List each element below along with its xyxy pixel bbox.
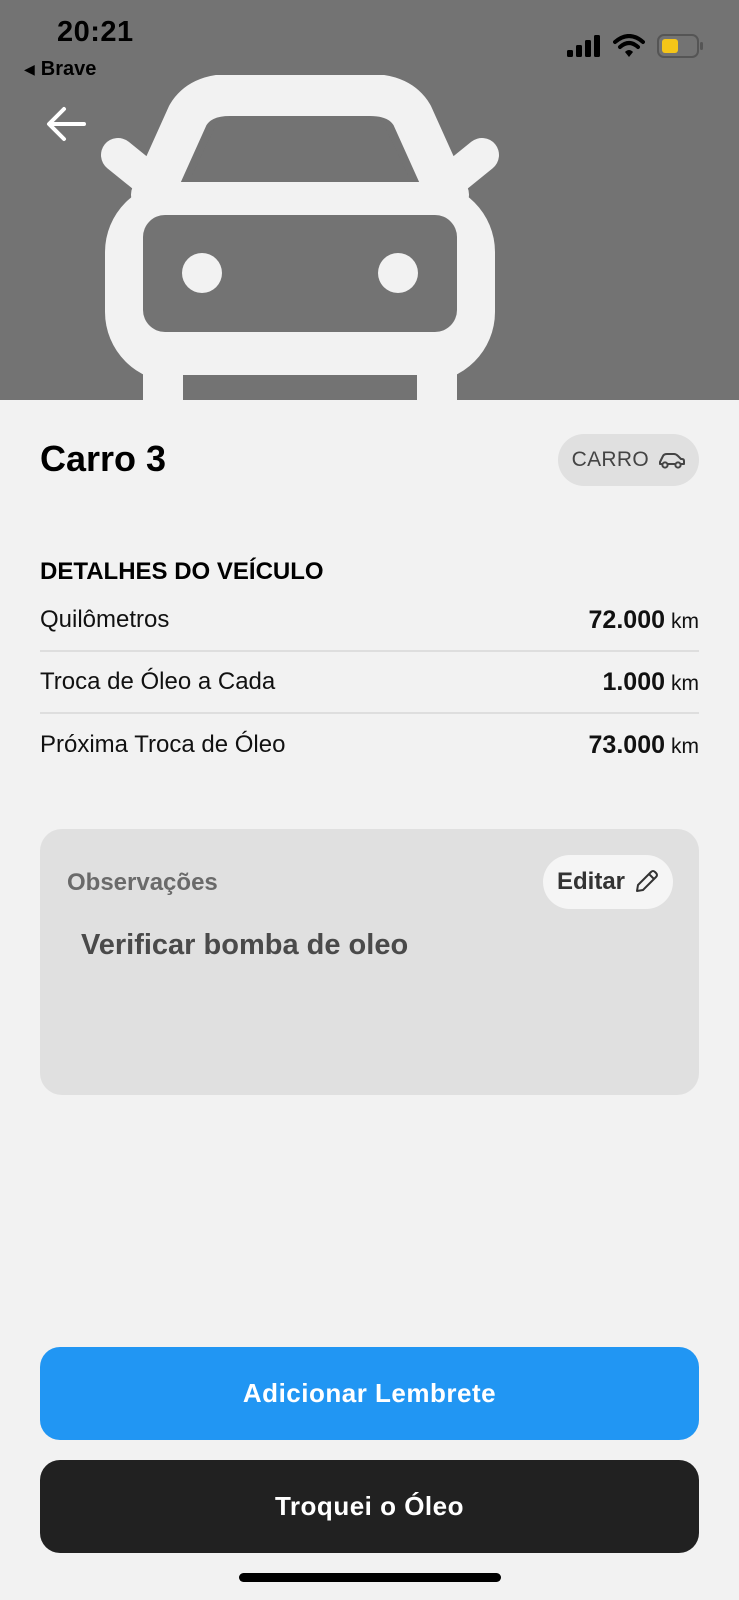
status-time: 20:21 bbox=[57, 16, 134, 48]
wifi-icon bbox=[613, 34, 645, 57]
detail-label: Troca de Óleo a Cada bbox=[40, 668, 276, 695]
detail-number: 1.000 bbox=[602, 667, 665, 696]
vehicle-type-label: CARRO bbox=[571, 448, 649, 471]
vehicle-header-image: 20:21 ◀ Brave bbox=[0, 0, 739, 400]
vehicle-type-chip: CARRO bbox=[557, 434, 699, 486]
back-arrow-icon[interactable] bbox=[44, 102, 88, 146]
detail-number: 72.000 bbox=[588, 605, 665, 634]
detail-row-next-oil-change: Próxima Troca de Óleo 73.000 km bbox=[40, 714, 699, 776]
vehicle-name: Carro 3 bbox=[40, 438, 167, 479]
detail-row-kilometers: Quilômetros 72.000 km bbox=[40, 590, 699, 652]
details-section-title: DETALHES DO VEÍCULO bbox=[40, 558, 324, 585]
car-icon bbox=[101, 75, 499, 400]
add-reminder-button[interactable]: Adicionar Lembrete bbox=[40, 1347, 699, 1440]
detail-unit: km bbox=[671, 671, 699, 695]
signal-icon bbox=[567, 35, 600, 57]
detail-value: 72.000 km bbox=[589, 606, 699, 635]
detail-value: 1.000 km bbox=[602, 668, 699, 697]
back-to-app-link[interactable]: ◀ Brave bbox=[24, 58, 96, 81]
detail-value: 73.000 km bbox=[589, 731, 699, 760]
notes-text: Verificar bomba de oleo bbox=[81, 929, 409, 961]
car-small-icon bbox=[659, 453, 685, 469]
vehicle-detail-screen: 20:21 ◀ Brave Carro 3 CARRO DETALHES DO … bbox=[0, 0, 739, 1600]
detail-label: Quilômetros bbox=[40, 606, 170, 633]
detail-unit: km bbox=[671, 609, 699, 633]
details-list: Quilômetros 72.000 km Troca de Óleo a Ca… bbox=[40, 590, 699, 776]
back-app-label: Brave bbox=[40, 58, 97, 80]
detail-row-oil-interval: Troca de Óleo a Cada 1.000 km bbox=[40, 652, 699, 714]
home-indicator[interactable] bbox=[239, 1573, 501, 1582]
battery-icon bbox=[657, 34, 703, 58]
edit-notes-button[interactable]: Editar bbox=[542, 855, 673, 909]
edit-label: Editar bbox=[556, 868, 625, 895]
detail-unit: km bbox=[671, 734, 699, 758]
back-triangle-icon: ◀ bbox=[24, 61, 35, 77]
status-icons bbox=[567, 34, 703, 58]
detail-number: 73.000 bbox=[588, 730, 665, 759]
notes-card: Observações Editar Verificar bomba de ol… bbox=[40, 829, 699, 1095]
notes-label: Observações bbox=[67, 869, 218, 896]
pencil-icon bbox=[636, 870, 658, 892]
oil-changed-button[interactable]: Troquei o Óleo bbox=[40, 1460, 699, 1553]
detail-label: Próxima Troca de Óleo bbox=[40, 731, 286, 758]
